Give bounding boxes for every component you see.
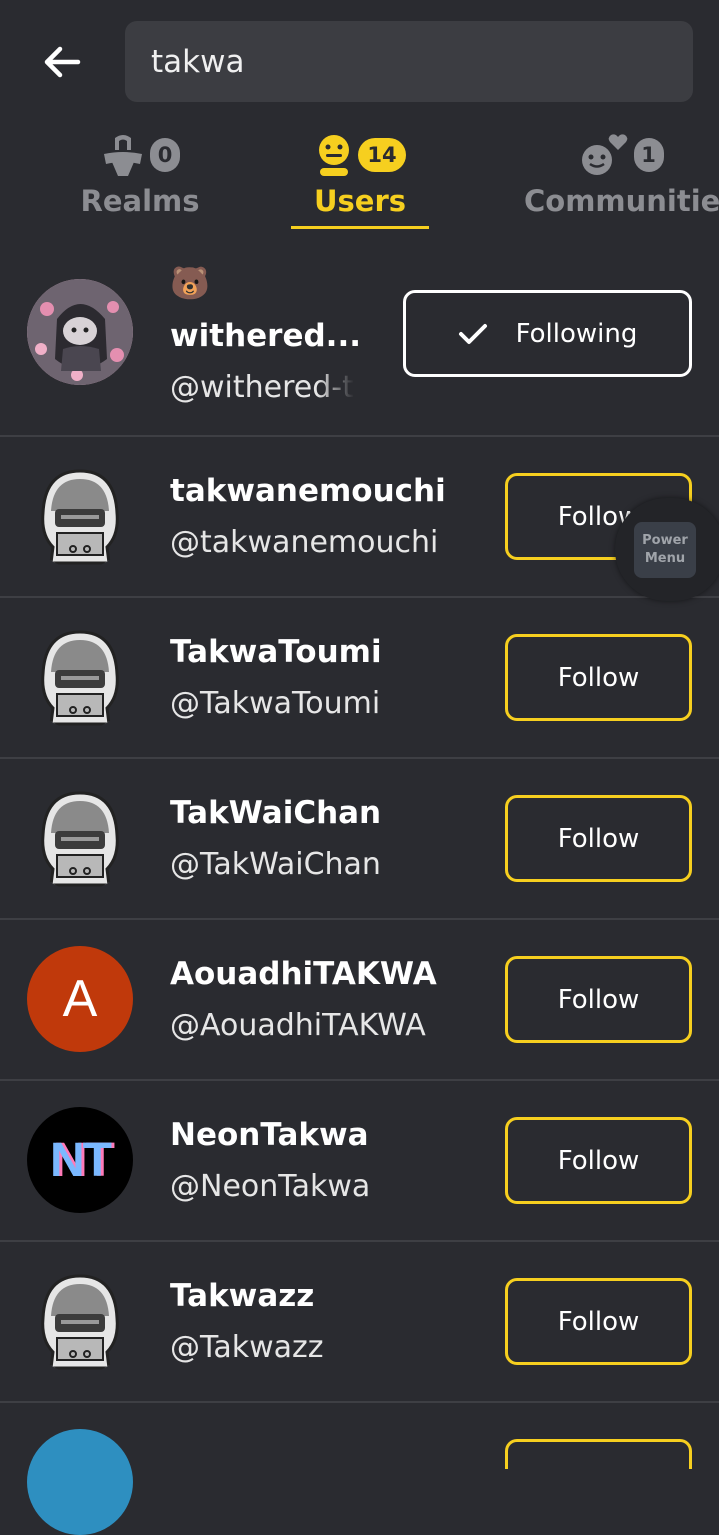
communities-count-badge: 1: [633, 138, 664, 172]
user-avatar[interactable]: [27, 279, 133, 385]
realms-icon: [104, 135, 142, 176]
user-row-partial[interactable]: [0, 1403, 719, 1535]
active-tab-indicator: [291, 226, 429, 229]
following-button[interactable]: Following: [403, 290, 692, 377]
back-arrow-icon[interactable]: [40, 40, 84, 84]
default-hooded-avatar[interactable]: [27, 463, 133, 569]
user-handle: @NeonTakwa: [170, 1169, 371, 1204]
users-icon: [319, 135, 349, 176]
users-count-badge: 14: [358, 138, 406, 172]
tab-realms-label: Realms: [80, 184, 200, 218]
logo-avatar[interactable]: NT: [27, 1107, 133, 1213]
power-menu-label-2: Menu: [644, 551, 686, 566]
tab-realms[interactable]: 0 Realms: [80, 128, 200, 238]
follow-button[interactable]: Follow: [505, 634, 692, 721]
user-handle: @TakWaiChan: [170, 847, 381, 882]
user-handle: @takwanemouchi: [170, 525, 439, 560]
tab-users[interactable]: 14 Users: [300, 128, 420, 238]
user-emoji: 🐻: [170, 264, 210, 302]
follow-button[interactable]: Follow: [505, 795, 692, 882]
user-handle: @Takwazz: [170, 1330, 324, 1365]
follow-button[interactable]: Follow: [505, 1117, 692, 1204]
user-row[interactable]: NT NeonTakwa @NeonTakwa Follow: [0, 1081, 719, 1242]
user-display-name: takwanemouchi: [170, 473, 446, 509]
tab-users-label: Users: [313, 184, 407, 218]
power-menu-overlay[interactable]: Power Menu: [615, 498, 719, 601]
communities-icon: [581, 134, 627, 175]
tab-bar: 0 Realms 14 Users 1 Communities: [0, 128, 719, 238]
search-input[interactable]: takwa: [125, 21, 693, 102]
user-results-list: 🐻 withered... @withered-t Following takw…: [0, 238, 719, 1535]
follow-button[interactable]: Follow: [505, 956, 692, 1043]
avatar-logo-text: NT: [50, 1133, 112, 1187]
realms-count-badge: 0: [150, 138, 180, 172]
checkmark-icon: [458, 323, 487, 344]
user-display-name: AouadhiTAKWA: [170, 956, 437, 992]
user-handle: @AouadhiTAKWA: [170, 1008, 426, 1043]
user-display-name: withered...: [170, 318, 362, 354]
user-display-name: Takwazz: [170, 1278, 315, 1314]
user-display-name: NeonTakwa: [170, 1117, 369, 1153]
default-hooded-avatar[interactable]: [27, 624, 133, 730]
following-button-label: Following: [515, 318, 638, 349]
default-hooded-avatar[interactable]: [27, 1268, 133, 1374]
letter-avatar[interactable]: A: [27, 946, 133, 1052]
power-menu-button[interactable]: Power Menu: [634, 522, 696, 578]
user-handle: @TakwaToumi: [170, 686, 381, 721]
user-row[interactable]: TakwaToumi @TakwaToumi Follow: [0, 598, 719, 759]
tab-communities-label: Communities: [524, 184, 719, 218]
user-row[interactable]: A AouadhiTAKWA @AouadhiTAKWA Follow: [0, 920, 719, 1081]
user-row[interactable]: takwanemouchi @takwanemouchi Follow: [0, 437, 719, 598]
user-display-name: TakWaiChan: [170, 795, 382, 831]
user-handle: @withered-t: [170, 370, 354, 405]
search-header: takwa: [0, 0, 719, 125]
search-input-value: takwa: [151, 43, 245, 80]
power-menu-label-1: Power: [642, 533, 688, 548]
user-row[interactable]: TakWaiChan @TakWaiChan Follow: [0, 759, 719, 920]
user-row[interactable]: Takwazz @Takwazz Follow: [0, 1242, 719, 1403]
user-row[interactable]: 🐻 withered... @withered-t Following: [0, 238, 719, 437]
tab-communities[interactable]: 1 Communities: [524, 128, 719, 238]
follow-button[interactable]: Follow: [505, 1278, 692, 1365]
default-hooded-avatar[interactable]: [27, 785, 133, 891]
user-display-name: TakwaToumi: [170, 634, 382, 670]
follow-button[interactable]: [505, 1439, 692, 1469]
avatar-letter: A: [62, 970, 98, 1028]
